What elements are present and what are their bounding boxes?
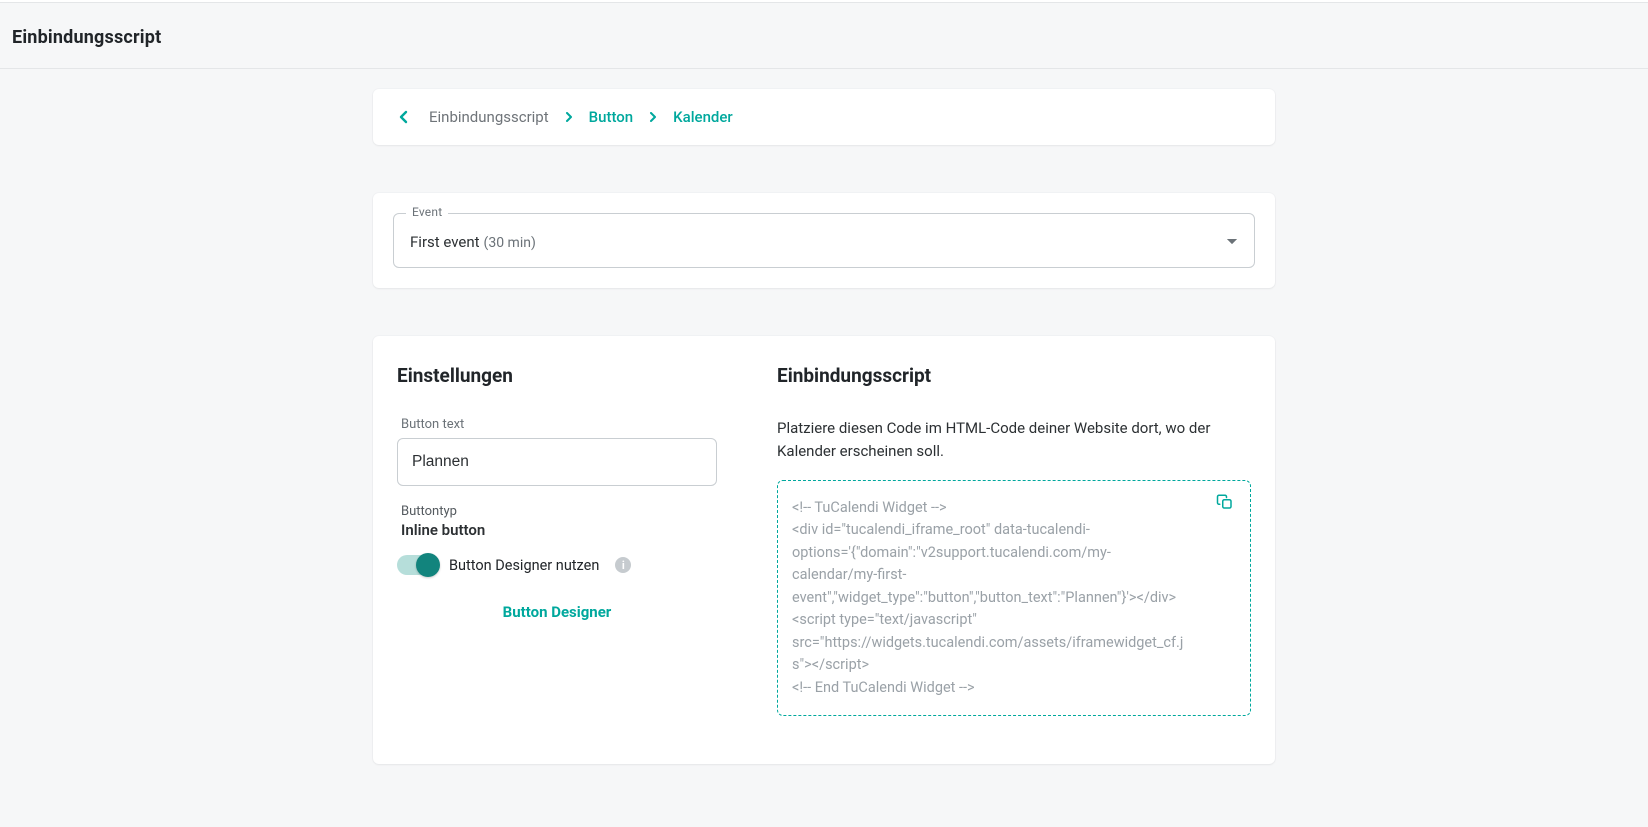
content-region: Einbindungsscript Button Kalender Event …: [0, 69, 1648, 764]
center-column: Einbindungsscript Button Kalender Event …: [373, 89, 1275, 764]
breadcrumb-item: Einbindungsscript: [429, 108, 549, 126]
embed-column: Einbindungsscript Platziere diesen Code …: [777, 364, 1251, 716]
event-select-card: Event First event (30 min): [373, 193, 1275, 288]
embed-description: Platziere diesen Code im HTML-Code deine…: [777, 417, 1251, 462]
button-designer-link[interactable]: Button Designer: [397, 603, 717, 621]
settings-title: Einstellungen: [397, 364, 717, 387]
breadcrumb-card: Einbindungsscript Button Kalender: [373, 89, 1275, 145]
page-title: Einbindungsscript: [12, 27, 1636, 48]
embed-title: Einbindungsscript: [777, 364, 1251, 387]
back-button[interactable]: [393, 107, 413, 127]
settings-card: Einstellungen Button text Buttontyp Inli…: [373, 336, 1275, 764]
button-type-value: Inline button: [401, 521, 717, 539]
button-text-input[interactable]: [397, 438, 717, 486]
embed-code-box[interactable]: <!-- TuCalendi Widget --> <div id="tucal…: [777, 480, 1251, 716]
toggle-knob: [416, 553, 440, 577]
breadcrumb-link-button[interactable]: Button: [589, 108, 634, 126]
event-duration: (30 min): [484, 235, 536, 251]
use-designer-row: Button Designer nutzen i: [397, 555, 717, 575]
button-text-label: Button text: [401, 417, 717, 432]
event-select-legend: Event: [406, 205, 448, 219]
copy-button[interactable]: [1214, 491, 1236, 513]
settings-column: Einstellungen Button text Buttontyp Inli…: [397, 364, 717, 716]
copy-icon: [1216, 493, 1234, 511]
event-select[interactable]: Event First event (30 min): [393, 213, 1255, 268]
breadcrumb-link-calendar[interactable]: Kalender: [673, 108, 733, 126]
embed-code-text: <!-- TuCalendi Widget --> <div id="tucal…: [792, 497, 1190, 699]
use-designer-label: Button Designer nutzen: [449, 557, 599, 574]
event-select-value: First event (30 min): [410, 232, 536, 251]
chevron-left-icon: [398, 110, 408, 124]
breadcrumb: Einbindungsscript Button Kalender: [429, 108, 733, 126]
page-header: Einbindungsscript: [0, 3, 1648, 69]
button-type-label: Buttontyp: [401, 504, 717, 519]
chevron-right-icon: [565, 112, 573, 122]
info-icon[interactable]: i: [615, 557, 631, 573]
event-name: First event: [410, 233, 480, 251]
chevron-down-icon: [1226, 238, 1238, 246]
chevron-right-icon: [649, 112, 657, 122]
use-designer-toggle[interactable]: [397, 555, 437, 575]
